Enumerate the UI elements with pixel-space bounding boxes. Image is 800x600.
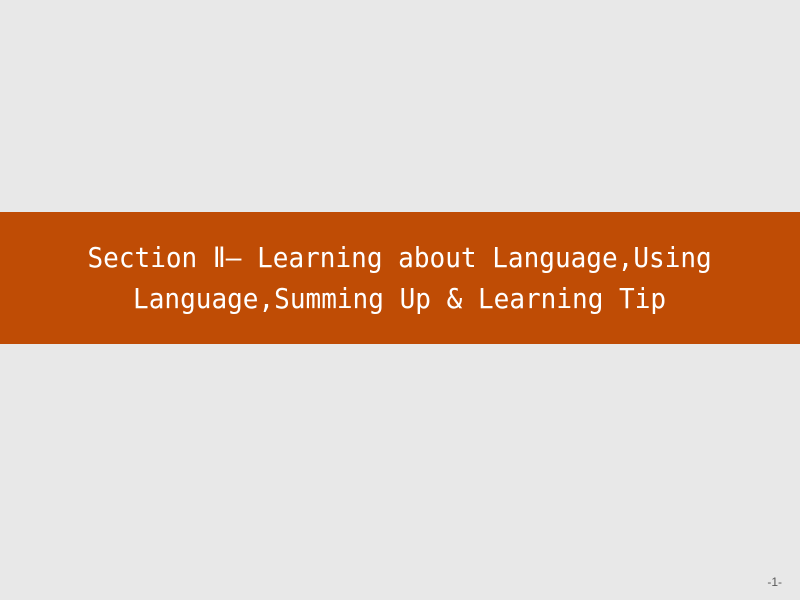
page-number: -1-: [767, 575, 782, 589]
slide-title-line-1: Section Ⅱ— Learning about Language,Using: [87, 241, 713, 274]
title-banner: Section Ⅱ— Learning about Language,Using…: [0, 212, 800, 344]
slide-title-line-2: Language,Summing Up & Learning Tip: [133, 282, 667, 315]
